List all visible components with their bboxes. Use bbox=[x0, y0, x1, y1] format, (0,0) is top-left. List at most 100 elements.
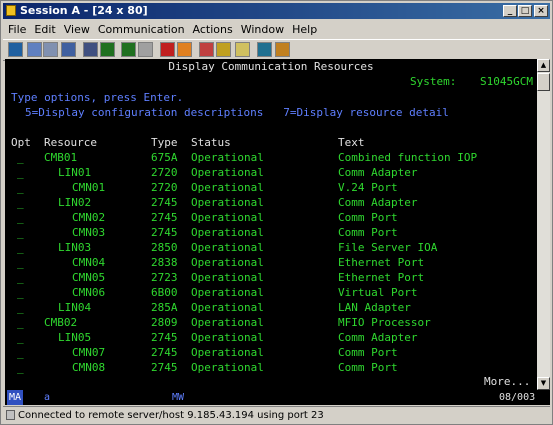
resource-type: 2809 bbox=[151, 316, 178, 329]
resource-status: Operational bbox=[191, 166, 264, 179]
system-label: System: bbox=[410, 75, 457, 88]
resource-name: LIN04 bbox=[58, 301, 92, 314]
cursor-position: 08/003 bbox=[499, 392, 536, 403]
resource-status: Operational bbox=[191, 226, 264, 239]
resource-text: MFIO Processor bbox=[338, 316, 431, 329]
resource-status: Operational bbox=[191, 286, 264, 299]
option-input[interactable]: _ bbox=[17, 196, 24, 209]
send-icon[interactable] bbox=[61, 42, 76, 57]
option-input[interactable]: _ bbox=[17, 151, 24, 164]
resource-text: Comm Adapter bbox=[338, 196, 418, 209]
option-input[interactable]: _ bbox=[17, 346, 24, 359]
paste-icon[interactable] bbox=[43, 42, 58, 57]
column-type: Type bbox=[151, 136, 178, 149]
resource-type: 2745 bbox=[151, 196, 178, 209]
scroll-down-arrow[interactable]: ▼ bbox=[537, 377, 550, 390]
option-input[interactable]: _ bbox=[17, 226, 24, 239]
resource-name: CMN06 bbox=[72, 286, 106, 299]
column-opt: Opt bbox=[11, 136, 31, 149]
minimize-button[interactable]: _ bbox=[503, 5, 517, 17]
title-bar[interactable]: Session A - [24 x 80] _ □ × bbox=[3, 3, 550, 19]
clipboard-icon[interactable] bbox=[235, 42, 250, 57]
resource-status: Operational bbox=[191, 241, 264, 254]
option-input[interactable]: _ bbox=[17, 211, 24, 224]
option-input[interactable]: _ bbox=[17, 316, 24, 329]
option-input[interactable]: _ bbox=[17, 286, 24, 299]
resource-type: 2745 bbox=[151, 331, 178, 344]
resource-name: CMN03 bbox=[72, 226, 106, 239]
menu-actions[interactable]: Actions bbox=[193, 23, 233, 36]
receive-icon[interactable] bbox=[83, 42, 98, 57]
app-icon[interactable] bbox=[6, 5, 16, 16]
resource-status: Operational bbox=[191, 256, 264, 269]
resource-text: Combined function IOP bbox=[338, 151, 478, 164]
terminal-screen[interactable]: Display Communication Resources System: … bbox=[5, 59, 537, 390]
macro-icon[interactable] bbox=[138, 42, 153, 57]
menu-view[interactable]: View bbox=[64, 23, 90, 36]
emulator-window: Session A - [24 x 80] _ □ × File Edit View… bbox=[0, 0, 553, 425]
screen-header: Display Communication Resources bbox=[168, 60, 374, 73]
resource-status: Operational bbox=[191, 196, 264, 209]
vertical-scrollbar[interactable]: ▲ ▼ bbox=[537, 59, 550, 390]
window-title: Session A - [24 x 80] bbox=[20, 4, 148, 17]
options-text: 5=Display configuration descriptions 7=D… bbox=[25, 106, 449, 119]
oia-mode: a bbox=[44, 392, 51, 403]
resource-name: CMN05 bbox=[72, 271, 106, 284]
menu-communication[interactable]: Communication bbox=[98, 23, 185, 36]
resource-text: Comm Adapter bbox=[338, 166, 418, 179]
oia-session: MW bbox=[172, 392, 185, 403]
option-input[interactable]: _ bbox=[17, 271, 24, 284]
resource-text: Comm Adapter bbox=[338, 331, 418, 344]
keyboard-icon[interactable] bbox=[121, 42, 136, 57]
resource-type: 2745 bbox=[151, 361, 178, 374]
resource-type: 285A bbox=[151, 301, 178, 314]
resource-text: LAN Adapter bbox=[338, 301, 411, 314]
option-input[interactable]: _ bbox=[17, 331, 24, 344]
option-input[interactable]: _ bbox=[17, 241, 24, 254]
resource-name: CMN08 bbox=[72, 361, 106, 374]
menu-window[interactable]: Window bbox=[241, 23, 284, 36]
menu-edit[interactable]: Edit bbox=[34, 23, 55, 36]
toolbar bbox=[3, 39, 550, 61]
resource-status: Operational bbox=[191, 346, 264, 359]
resource-text: Comm Port bbox=[338, 211, 398, 224]
oia-indicator: MA bbox=[7, 390, 24, 405]
option-input[interactable]: _ bbox=[17, 301, 24, 314]
help-icon[interactable] bbox=[275, 42, 290, 57]
resource-type: 2745 bbox=[151, 346, 178, 359]
print-screen-icon[interactable] bbox=[8, 42, 23, 57]
option-input[interactable]: _ bbox=[17, 181, 24, 194]
resource-text: Comm Port bbox=[338, 226, 398, 239]
maximize-button[interactable]: □ bbox=[518, 5, 532, 17]
stop-icon[interactable] bbox=[177, 42, 192, 57]
resource-type: 2850 bbox=[151, 241, 178, 254]
scroll-up-arrow[interactable]: ▲ bbox=[537, 59, 550, 72]
copy-icon[interactable] bbox=[27, 42, 42, 57]
display-icon[interactable] bbox=[100, 42, 115, 57]
menu-file[interactable]: File bbox=[8, 23, 26, 36]
resource-type: 6B00 bbox=[151, 286, 178, 299]
close-button[interactable]: × bbox=[534, 5, 548, 17]
record-icon[interactable] bbox=[160, 42, 175, 57]
option-input[interactable]: _ bbox=[17, 256, 24, 269]
menu-help[interactable]: Help bbox=[292, 23, 317, 36]
column-text: Text bbox=[338, 136, 365, 149]
resource-status: Operational bbox=[191, 211, 264, 224]
resource-name: CMN02 bbox=[72, 211, 106, 224]
pause-icon[interactable] bbox=[216, 42, 231, 57]
resource-name: LIN05 bbox=[58, 331, 92, 344]
globe-icon[interactable] bbox=[257, 42, 272, 57]
option-input[interactable]: _ bbox=[17, 166, 24, 179]
resource-status: Operational bbox=[191, 301, 264, 314]
resource-type: 675A bbox=[151, 151, 178, 164]
resource-text: Comm Port bbox=[338, 346, 398, 359]
resource-status: Operational bbox=[191, 316, 264, 329]
play-icon[interactable] bbox=[199, 42, 214, 57]
resource-type: 2745 bbox=[151, 226, 178, 239]
resource-name: CMN04 bbox=[72, 256, 106, 269]
option-input[interactable]: _ bbox=[17, 361, 24, 374]
resource-text: Ethernet Port bbox=[338, 271, 425, 284]
more-indicator: More... bbox=[484, 375, 531, 388]
scroll-thumb[interactable] bbox=[537, 73, 550, 91]
menu-bar: File Edit View Communication Actions Window He… bbox=[3, 21, 550, 38]
